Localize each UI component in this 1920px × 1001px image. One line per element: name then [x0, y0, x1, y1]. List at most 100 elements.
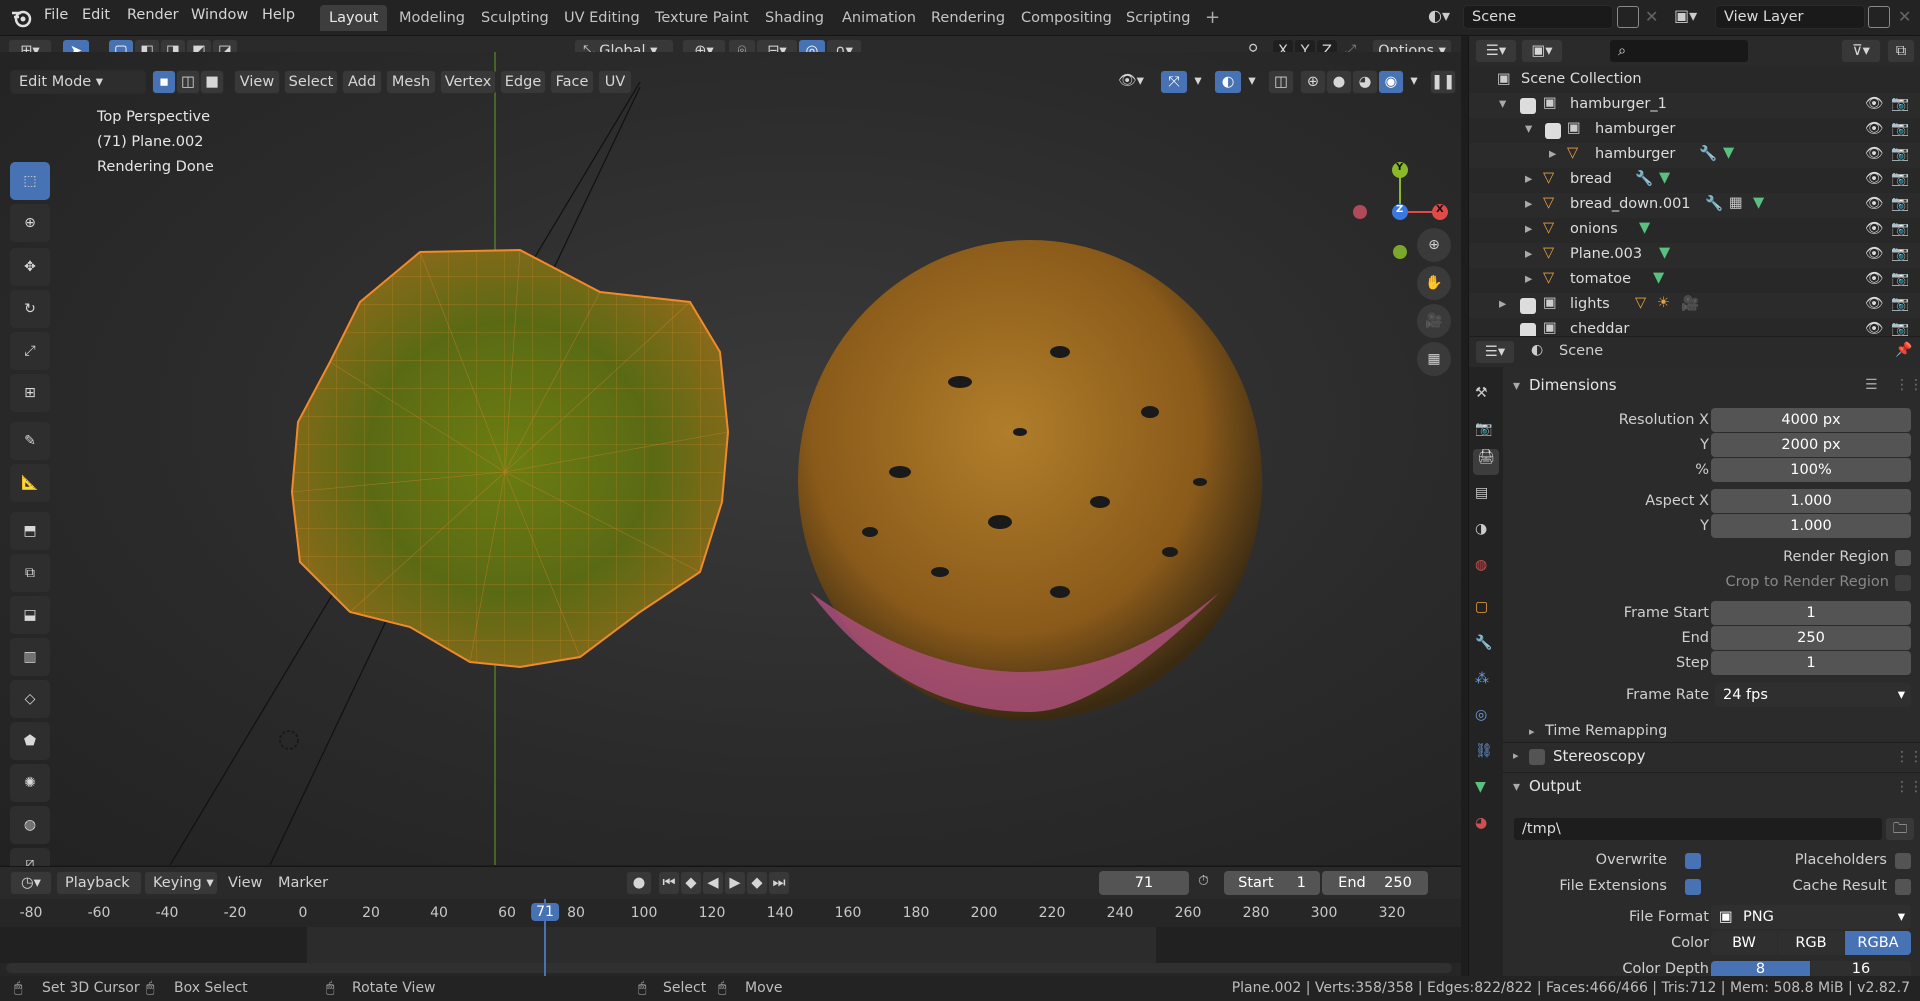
crop-region-checkbox[interactable] [1895, 575, 1911, 591]
xray-toggle-icon[interactable]: ◫ [1268, 70, 1294, 94]
tab-texture-paint[interactable]: Texture Paint [646, 5, 758, 31]
camera-icon[interactable]: 📷 [1891, 220, 1909, 237]
color-depth-8-button[interactable]: 8 [1711, 961, 1810, 977]
menu-file[interactable]: File [44, 7, 68, 23]
face-select-icon[interactable]: ■ [200, 70, 224, 94]
outliner-row[interactable]: ▸ ▽ tomatoe ▼ 👁 📷 [1469, 268, 1920, 293]
knife-tool-icon[interactable]: ◇ [10, 680, 50, 718]
cursor-tool-icon[interactable]: ⊕ [10, 204, 50, 242]
exclude-checkbox[interactable] [1545, 123, 1561, 139]
file-extensions-checkbox[interactable] [1685, 879, 1701, 895]
aspect-y-field[interactable]: 1.000 [1711, 514, 1911, 538]
frame-step-field[interactable]: 1 [1711, 651, 1911, 675]
gizmo-toggle-icon[interactable]: ⤧ [1160, 70, 1188, 94]
tool-tab-icon[interactable]: ⚒ [1475, 385, 1488, 401]
menu-view[interactable]: View [234, 70, 280, 94]
outliner-row[interactable]: ▾ ▣ hamburger 👁 📷 [1469, 118, 1920, 143]
scene-icon[interactable]: ◐▾ [1428, 6, 1456, 30]
loop-cut-tool-icon[interactable]: ▥ [10, 638, 50, 676]
eye-icon[interactable]: 👁 [1865, 295, 1883, 312]
bevel-tool-icon[interactable]: ⬓ [10, 596, 50, 634]
tab-layout[interactable]: Layout [320, 5, 388, 31]
rotate-tool-icon[interactable]: ↻ [10, 290, 50, 328]
outliner-row[interactable]: ▸ ▽ bread 🔧 ▼ 👁 📷 [1469, 168, 1920, 193]
display-mode-icon[interactable]: ▣▾ [1521, 39, 1563, 63]
record-icon[interactable]: ● [626, 871, 652, 895]
properties-editor-type-icon[interactable]: ☰▾ [1475, 340, 1515, 364]
playback-menu[interactable]: Playback ▾ [56, 871, 142, 913]
rendered-shading-icon[interactable]: ◉ [1378, 70, 1404, 94]
shading-dropdown-icon[interactable]: ▾ [1404, 70, 1424, 94]
expand-arrow-icon[interactable]: ▾ [1499, 96, 1506, 112]
new-view-layer-icon[interactable] [1868, 6, 1890, 28]
ortho-toggle-icon[interactable]: ▦ [1417, 342, 1451, 376]
eye-icon[interactable]: 👁 [1865, 170, 1883, 187]
pause-render-icon[interactable]: ❚❚ [1430, 70, 1456, 94]
tab-sculpting[interactable]: Sculpting [472, 5, 558, 31]
overwrite-checkbox[interactable] [1685, 853, 1701, 869]
outliner-row[interactable]: ▣ cheddar 👁 📷 [1469, 318, 1920, 336]
tab-compositing[interactable]: Compositing [1012, 5, 1121, 31]
object-tab-icon[interactable]: ▢ [1475, 599, 1488, 615]
cache-result-checkbox[interactable] [1895, 879, 1911, 895]
frame-end-field[interactable]: 250 [1711, 626, 1911, 650]
inset-tool-icon[interactable]: ⧉ [10, 554, 50, 592]
outliner-scene-collection[interactable]: ▣ Scene Collection [1469, 68, 1920, 93]
camera-icon[interactable]: 📷 [1891, 195, 1909, 212]
expand-arrow-icon[interactable]: ▾ [1525, 121, 1532, 137]
resolution-y-field[interactable]: 2000 px [1711, 433, 1911, 457]
expand-arrow-icon[interactable]: ▸ [1525, 221, 1532, 237]
exclude-checkbox[interactable] [1520, 298, 1536, 314]
jump-start-icon[interactable]: ⏮ [658, 871, 680, 895]
material-tab-icon[interactable]: ◕ [1475, 815, 1487, 831]
annotate-tool-icon[interactable]: ✎ [10, 422, 50, 460]
file-format-dropdown[interactable]: ▣ PNG ▾ [1711, 905, 1911, 929]
menu-edit[interactable]: Edit [82, 7, 110, 23]
move-tool-icon[interactable]: ✥ [10, 248, 50, 286]
play-reverse-icon[interactable]: ◀ [702, 871, 724, 895]
eye-icon[interactable]: 👁 [1865, 120, 1883, 137]
current-frame-field[interactable]: 71 [1099, 871, 1189, 895]
keying-menu[interactable]: Keying ▾ [144, 871, 218, 895]
jump-end-icon[interactable]: ⏭ [768, 871, 790, 895]
menu-select[interactable]: Select [284, 70, 338, 94]
eye-icon[interactable]: 👁 [1865, 145, 1883, 162]
select-box-tool-icon[interactable]: ⬚ [10, 162, 50, 200]
timeline-editor-type-icon[interactable]: ◷▾ [10, 871, 52, 895]
next-keyframe-icon[interactable]: ◆ [746, 871, 768, 895]
delete-view-layer-icon[interactable]: ✕ [1898, 7, 1911, 26]
drag-handle-icon[interactable]: ⋮⋮ [1895, 749, 1920, 765]
start-frame-field[interactable]: Start 1 [1224, 871, 1320, 895]
camera-icon[interactable]: 📷 [1891, 145, 1909, 162]
outliner-row[interactable]: ▸ ▣ lights ▽ ☀ 🎥 👁 📷 [1469, 293, 1920, 318]
view-layer-icon[interactable]: ▣▾ [1674, 6, 1706, 30]
render-region-checkbox[interactable] [1895, 550, 1911, 566]
prev-keyframe-icon[interactable]: ◆ [680, 871, 702, 895]
aspect-x-field[interactable]: 1.000 [1711, 489, 1911, 513]
poly-build-tool-icon[interactable]: ⬟ [10, 722, 50, 760]
resolution-x-field[interactable]: 4000 px [1711, 408, 1911, 432]
menu-uv[interactable]: UV [598, 70, 632, 94]
camera-icon[interactable]: 📷 [1891, 270, 1909, 287]
outliner-row[interactable]: ▸ ▽ onions ▼ 👁 📷 [1469, 218, 1920, 243]
color-rgb-button[interactable]: RGB [1778, 931, 1844, 955]
camera-icon[interactable]: 📷 [1891, 170, 1909, 187]
menu-mesh[interactable]: Mesh [386, 70, 436, 94]
solid-shading-icon[interactable]: ● [1326, 70, 1352, 94]
scene-tab-icon[interactable]: ◑ [1475, 521, 1487, 537]
wireframe-shading-icon[interactable]: ⊕ [1300, 70, 1326, 94]
output-panel-title[interactable]: Output [1529, 777, 1581, 795]
constraints-tab-icon[interactable]: ⛓ [1475, 743, 1493, 759]
frame-start-field[interactable]: 1 [1711, 601, 1911, 625]
color-bw-button[interactable]: BW [1711, 931, 1777, 955]
outliner-row[interactable]: ▸ ▽ hamburger 🔧 ▼ 👁 📷 [1469, 143, 1920, 168]
expand-arrow-icon[interactable]: ▸ [1525, 196, 1532, 212]
menu-vertex[interactable]: Vertex [440, 70, 496, 94]
outliner-search-input[interactable]: ⌕ [1609, 39, 1749, 63]
timeline-view-menu[interactable]: View [228, 875, 262, 891]
folder-browse-icon[interactable]: 🗀 [1885, 817, 1915, 841]
world-tab-icon[interactable]: ◍ [1475, 557, 1487, 573]
scale-tool-icon[interactable]: ⤢ [10, 332, 50, 370]
zoom-view-icon[interactable]: ⊕ [1417, 228, 1451, 262]
color-depth-16-button[interactable]: 16 [1811, 961, 1911, 977]
